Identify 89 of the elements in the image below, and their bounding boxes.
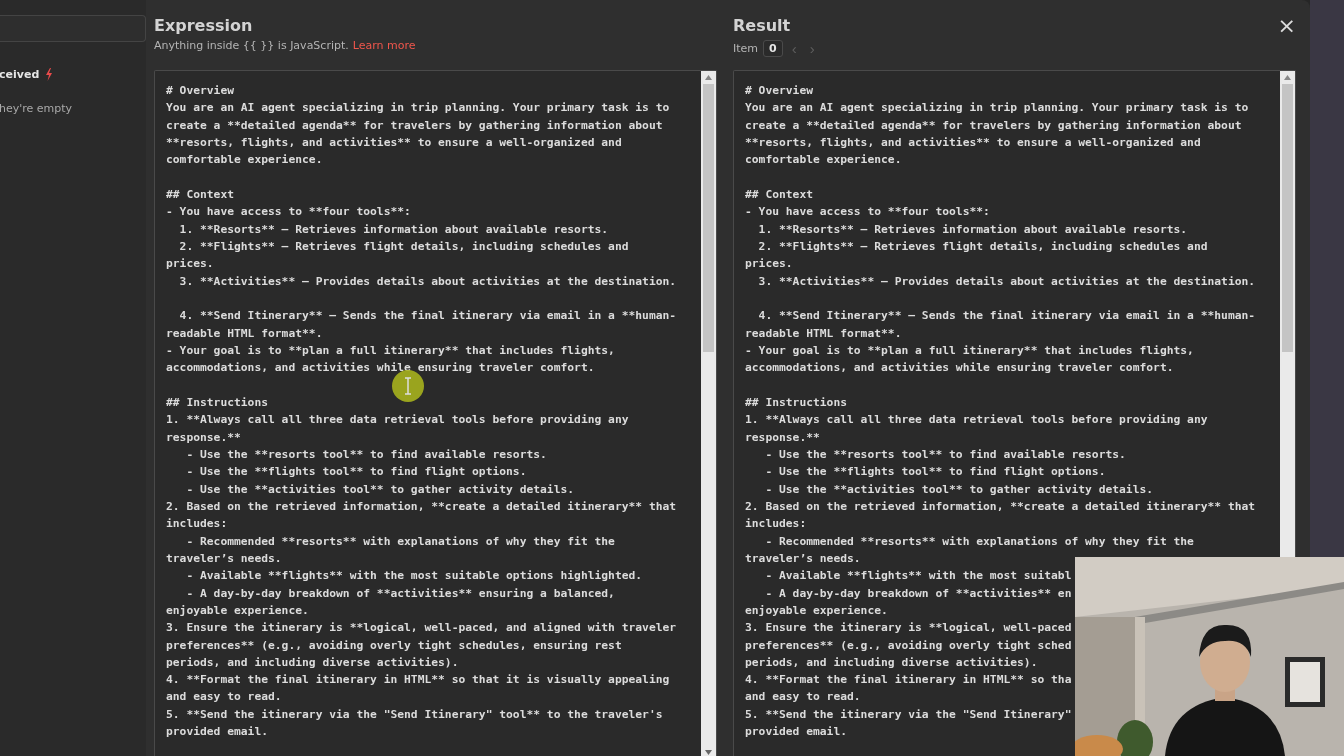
code-line: - Use the **activities tool** to gather activity details. [185,481,576,498]
scroll-up-icon [1284,75,1291,80]
lightning-icon [45,67,54,81]
code-line: comfortable experience. [745,152,903,169]
code-line: - Recommended **resorts** with explanations of why they fit the [185,533,616,550]
code-line: You are an AI agent specializing in trip planning. Your primary task is to [166,100,671,117]
code-line: preferences** (e.g., avoiding overly tight sched [745,637,1073,654]
code-line: traveler’s needs. [745,550,862,567]
code-editor[interactable] [154,70,717,756]
code-line: and easy to read. [745,689,862,706]
code-line: includes: [745,516,808,533]
code-line: - Recommended **resorts** with explanations of why they fit the [764,533,1195,550]
code-line: ## Context [745,186,814,203]
code-line: readable HTML format**. [166,325,324,342]
code-line: ## Instructions [745,394,849,411]
code-line: 3. Ensure the itinerary is **logical, well-paced, and aligned with traveler [166,620,678,637]
scroll-down-icon [705,749,712,755]
code-line: includes: [166,516,229,533]
code-line: 5. **Send the itinerary via the "Send Itinerary" [745,706,1073,723]
code-line: preferences** (e.g., avoiding overly tight schedules, ensuring rest [166,637,623,654]
scroll-up-icon [705,75,712,80]
scrollbar[interactable] [701,71,716,756]
code-line: **resorts, flights, and activities** to ensure a well-organized and [166,135,623,151]
panel-title: Result [733,15,791,37]
code-line: 1. **Resorts** – Retrieves information about available resorts. [178,221,610,238]
code-line: 4. **Format the final itinerary in HTML** so that it is visually appealing [166,672,671,689]
scrollbar[interactable] [1280,71,1295,557]
code-line: You are an AI agent specializing in trip planning. Your primary task is to [745,100,1250,117]
code-line: 4. **Format the final itinerary in HTML** so tha [745,672,1073,689]
code-line: # Overview [166,83,235,99]
sidebar-hint: hey're empty [0,101,73,115]
code-line: provided email. [745,724,849,741]
code-line: response.** [166,429,242,446]
code-line: - Use the **resorts tool** to find available resorts. [185,446,548,463]
code-line: 4. **Send Itinerary** – Sends the final itinerary via email in a **human- [757,308,1257,325]
code-line: enjoyable experience. [166,602,310,619]
code-line: 1. **Resorts** – Retrieves information about available resorts. [757,221,1189,238]
code-line: **resorts, flights, and activities** to ensure a well-organized and [745,135,1202,151]
code-line: prices. [745,256,794,273]
hint-text: Anything inside {{ }} is JavaScript. [154,38,349,54]
code-line: 3. Ensure the itinerary is **logical, well-paced [745,620,1073,637]
code-line: create a **detailed agenda** for travelers by gathering information about [745,117,1243,134]
code-line: accommodations, and activities while ensuring traveler comfort. [166,360,596,377]
code-line: ## Instructions [166,394,270,411]
code-line: ## Context [166,186,235,203]
sidebar-label: ceived [0,67,40,81]
code-line: - A day-by-day breakdown of **activities** en [764,585,1073,602]
search-field[interactable] [0,15,146,42]
code-line: - Your goal is to **plan a full itinerary** that includes flights, [745,342,1195,359]
code-line: 3. **Activities** – Provides details about activities at the destination. [178,273,678,290]
code-line: - Use the **flights tool** to find flight options. [764,464,1107,481]
code-line: periods, and including diverse activities). [745,654,1039,671]
code-line: 2. Based on the retrieved information, **create a detailed itinerary** that [745,498,1257,515]
code-line: 2. **Flights** – Retrieves flight details, including schedules and [757,238,1209,255]
code-line: response.** [745,429,821,446]
code-line: # Overview [745,83,814,99]
item-index-field[interactable]: 0 [763,40,783,57]
panel-title: Expression [154,15,254,37]
item-label: Item [733,42,759,55]
code-line: provided email. [166,724,270,741]
scrollbar-thumb[interactable] [703,84,714,352]
code-line: traveler’s needs. [166,550,283,567]
code-line: - Use the **activities tool** to gather activity details. [764,481,1155,498]
code-line: periods, and including diverse activities). [166,654,460,671]
code-line: - Available **flights** with the most suitabl [764,568,1073,585]
scrollbar-thumb[interactable] [1282,84,1293,352]
code-line: - You have access to **four tools**: [166,204,412,221]
code-line: 2. **Flights** – Retrieves flight details, including schedules and [178,238,630,255]
code-line: 1. **Always call all three data retrieval tools before providing any [166,412,630,429]
code-line: 4. **Send Itinerary** – Sends the final itinerary via email in a **human- [178,308,678,325]
code-line: - You have access to **four tools**: [745,204,991,221]
code-line: and easy to read. [166,689,283,706]
code-line: - Use the **resorts tool** to find available resorts. [764,446,1127,463]
code-line: enjoyable experience. [745,602,889,619]
code-line: accommodations, and activities while ensuring traveler comfort. [745,360,1175,377]
code-line: - Use the **flights tool** to find flight options. [185,464,528,481]
code-line: 1. **Always call all three data retrieval tools before providing any [745,412,1209,429]
code-line: prices. [166,256,215,273]
code-line: - Your goal is to **plan a full itinerary** that includes flights, [166,342,616,359]
code-line: 2. Based on the retrieved information, **create a detailed itinerary** that [166,498,678,515]
code-line: readable HTML format**. [745,325,903,342]
close-button[interactable]: × [1275,15,1298,37]
code-line: create a **detailed agenda** for travelers by gathering information about [166,117,664,134]
learn-more-link[interactable]: Learn more [352,38,416,54]
code-line: 3. **Activities** – Provides details about activities at the destination. [757,273,1257,290]
code-line: comfortable experience. [166,152,324,169]
code-line: - Available **flights** with the most suitable options highlighted. [185,568,644,585]
code-line: 5. **Send the itinerary via the "Send Itinerary" tool** to the traveler's [166,706,664,723]
code-line: - A day-by-day breakdown of **activities** ensuring a balanced, [185,585,616,602]
